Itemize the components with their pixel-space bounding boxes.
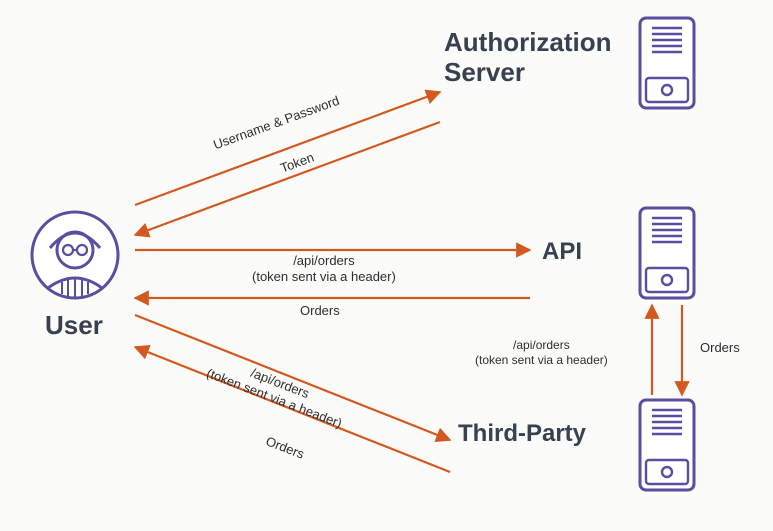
auth-server-icon	[640, 18, 694, 108]
user-label: User	[45, 310, 103, 341]
api-server-icon	[640, 208, 694, 298]
third-party-server-icon	[640, 400, 694, 490]
auth-server-label: Authorization Server	[444, 28, 612, 88]
label-third-to-api: /api/orders (token sent via a header)	[475, 338, 608, 368]
label-auth-to-user: Token	[278, 150, 316, 177]
label-user-to-third: /api/orders (token sent via a header)	[204, 350, 350, 432]
third-party-label: Third-Party	[458, 420, 586, 448]
label-user-to-auth: Username & Password	[211, 93, 341, 154]
api-server-label: API	[542, 238, 582, 266]
diagram-stage: User Authorization Server API Third-Part…	[0, 0, 773, 531]
label-user-to-api: /api/orders (token sent via a header)	[252, 253, 396, 286]
arrow-auth-to-user	[135, 122, 440, 235]
user-icon	[32, 212, 118, 298]
label-api-to-user: Orders	[300, 303, 340, 319]
arrow-user-to-auth	[135, 92, 440, 205]
label-api-to-third: Orders	[700, 340, 740, 356]
label-third-to-user: Orders	[263, 433, 306, 462]
arrow-user-to-third	[135, 315, 450, 440]
